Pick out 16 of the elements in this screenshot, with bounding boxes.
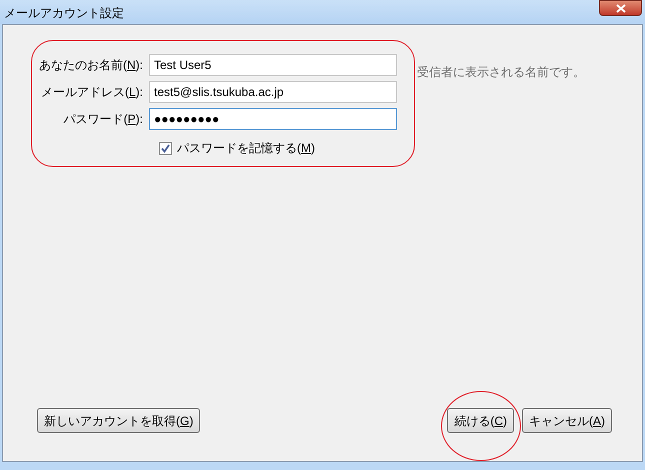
window-title: メールアカウント設定 (3, 5, 124, 22)
check-icon (161, 144, 170, 152)
dialog-button[interactable]: キャンセル(A) (522, 408, 612, 433)
field-label: あなたのお名前(N): (38, 57, 144, 74)
hint-text: 受信者に表示される名前です。 (417, 65, 585, 79)
close-button[interactable] (599, 0, 642, 16)
text-field[interactable]: ●●●●●●●●● (149, 108, 397, 130)
close-icon (616, 4, 626, 12)
checkbox[interactable] (159, 142, 172, 154)
text-field[interactable]: test5@slis.tsukuba.ac.jp (149, 81, 397, 103)
dialog-button[interactable]: 新しいアカウントを取得(G) (37, 408, 200, 433)
checkbox-label: パスワードを記憶する(M) (177, 140, 315, 157)
field-label: メールアドレス(L): (40, 84, 144, 101)
field-label: パスワード(P): (62, 111, 144, 128)
text-field[interactable]: Test User5 (149, 54, 397, 76)
dialog-button[interactable]: 続ける(C) (447, 408, 514, 433)
